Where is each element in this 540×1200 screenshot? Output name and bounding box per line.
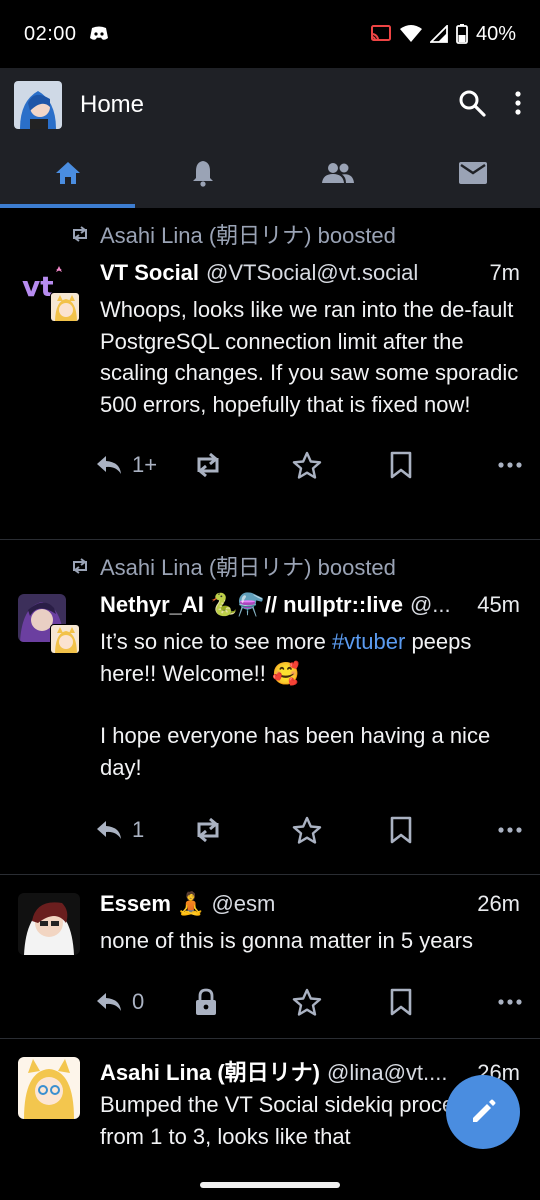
reply-icon	[97, 456, 121, 474]
system-nav-bar	[0, 1170, 540, 1200]
tab-direct-messages[interactable]	[405, 142, 540, 208]
wifi-icon	[399, 25, 422, 43]
battery-icon	[456, 24, 468, 44]
post-timestamp: 45m	[477, 592, 520, 617]
compose-button[interactable]	[446, 1075, 520, 1149]
post-timestamp: 7m	[489, 260, 520, 285]
more-vert-icon[interactable]	[514, 90, 522, 120]
tab-bar	[0, 142, 540, 208]
people-icon	[321, 162, 354, 189]
favourite-button[interactable]	[292, 988, 390, 1016]
post-actions: 0	[96, 967, 522, 1037]
boost-icon	[197, 452, 219, 478]
boost-indicator: Asahi Lina (朝日リナ) boosted	[0, 208, 540, 260]
post-avatar[interactable]: vt	[18, 262, 80, 322]
post-avatar[interactable]	[18, 893, 80, 955]
boost-button[interactable]	[194, 452, 292, 478]
star-icon	[292, 451, 322, 479]
boosted-by-text: Asahi Lina (朝日リナ) boosted	[100, 555, 396, 580]
reply-icon	[97, 992, 121, 1011]
mail-icon	[458, 161, 487, 189]
account-avatar[interactable]	[14, 81, 62, 129]
favourite-button[interactable]	[292, 816, 390, 844]
post-card[interactable]: Asahi Lina (朝日リナ) boosted Nethyr_AI 🐍⚗️/…	[0, 540, 540, 875]
booster-avatar	[50, 292, 80, 322]
bell-icon	[191, 159, 215, 192]
post-actions: 1+	[96, 430, 522, 500]
battery-level: 40%	[475, 22, 516, 45]
more-horiz-icon	[498, 827, 522, 833]
post-card[interactable]: Asahi Lina (朝日リナ) boosted vt VT Social @…	[0, 208, 540, 540]
discord-icon	[89, 26, 109, 42]
signal-icon	[429, 25, 448, 43]
post-content: Whoops, looks like we ran into the de-fa…	[100, 297, 519, 417]
boost-disabled	[194, 988, 292, 1016]
tab-notifications[interactable]	[135, 142, 270, 208]
author-handle[interactable]: @esm	[211, 891, 467, 917]
boost-button[interactable]	[194, 817, 292, 843]
status-time: 02:00	[24, 22, 77, 45]
reply-count: 0	[132, 988, 145, 1014]
bookmark-button[interactable]	[390, 451, 488, 479]
more-options-button[interactable]	[498, 998, 522, 1005]
boost-small-icon	[73, 226, 87, 242]
post-content: none of this is gonna matter in 5 years	[100, 928, 473, 953]
reply-count: 1	[132, 817, 145, 842]
gesture-handle[interactable]	[200, 1182, 340, 1188]
boosted-by-text: Asahi Lina (朝日リナ) boosted	[100, 223, 396, 248]
tab-local[interactable]	[270, 142, 405, 208]
more-options-button[interactable]	[498, 827, 522, 833]
svg-text:vt: vt	[22, 270, 54, 303]
post-content: It’s so nice to see more #vtuber peeps h…	[100, 629, 491, 780]
author-handle[interactable]: @...	[410, 592, 467, 618]
author-display-name[interactable]: Asahi Lina (朝日リナ)	[100, 1055, 320, 1087]
more-options-button[interactable]	[498, 462, 522, 468]
cast-icon	[370, 25, 392, 43]
lock-icon	[196, 988, 216, 1015]
home-icon	[55, 161, 81, 190]
boost-indicator: Asahi Lina (朝日リナ) boosted	[0, 540, 540, 592]
star-icon	[292, 988, 322, 1016]
reply-icon	[97, 821, 121, 839]
reply-button[interactable]: 0	[96, 989, 194, 1015]
more-horiz-icon	[498, 462, 522, 468]
post-timestamp: 26m	[477, 891, 520, 916]
app-bar: Home	[0, 68, 540, 208]
booster-avatar	[50, 624, 80, 654]
tab-home[interactable]	[0, 142, 135, 208]
post-actions: 1	[96, 795, 522, 865]
reply-count: 1+	[132, 452, 158, 477]
reply-button[interactable]: 1	[96, 817, 194, 843]
post-avatar[interactable]	[18, 1057, 80, 1119]
author-display-name[interactable]: VT Social	[100, 260, 199, 286]
status-bar: 02:00 40%	[0, 0, 540, 68]
post-card[interactable]: Essem 🧘 @esm 26m none of this is gonna m…	[0, 875, 540, 1039]
bookmark-icon	[390, 816, 412, 844]
search-icon[interactable]	[458, 89, 486, 122]
favourite-button[interactable]	[292, 451, 390, 479]
boost-small-icon	[73, 558, 87, 574]
star-icon	[292, 816, 322, 844]
bookmark-button[interactable]	[390, 816, 488, 844]
author-display-name[interactable]: Nethyr_AI 🐍⚗️// nullptr::live	[100, 592, 403, 618]
author-handle[interactable]: @VTSocial@vt.social	[206, 260, 479, 286]
edit-pencil-icon	[473, 1099, 496, 1122]
page-title: Home	[80, 91, 145, 118]
bookmark-icon	[390, 451, 412, 479]
timeline-feed[interactable]: Asahi Lina (朝日リナ) boosted vt VT Social @…	[0, 208, 540, 1170]
post-avatar[interactable]	[18, 594, 80, 654]
bookmark-button[interactable]	[390, 988, 488, 1016]
reply-button[interactable]: 1+	[96, 452, 194, 478]
hashtag-link[interactable]: #vtuber	[332, 629, 405, 654]
bookmark-icon	[390, 988, 412, 1015]
boost-icon	[197, 817, 219, 843]
more-horiz-icon	[498, 998, 522, 1005]
author-handle[interactable]: @lina@vt....	[327, 1060, 467, 1086]
author-display-name[interactable]: Essem 🧘	[100, 891, 204, 917]
